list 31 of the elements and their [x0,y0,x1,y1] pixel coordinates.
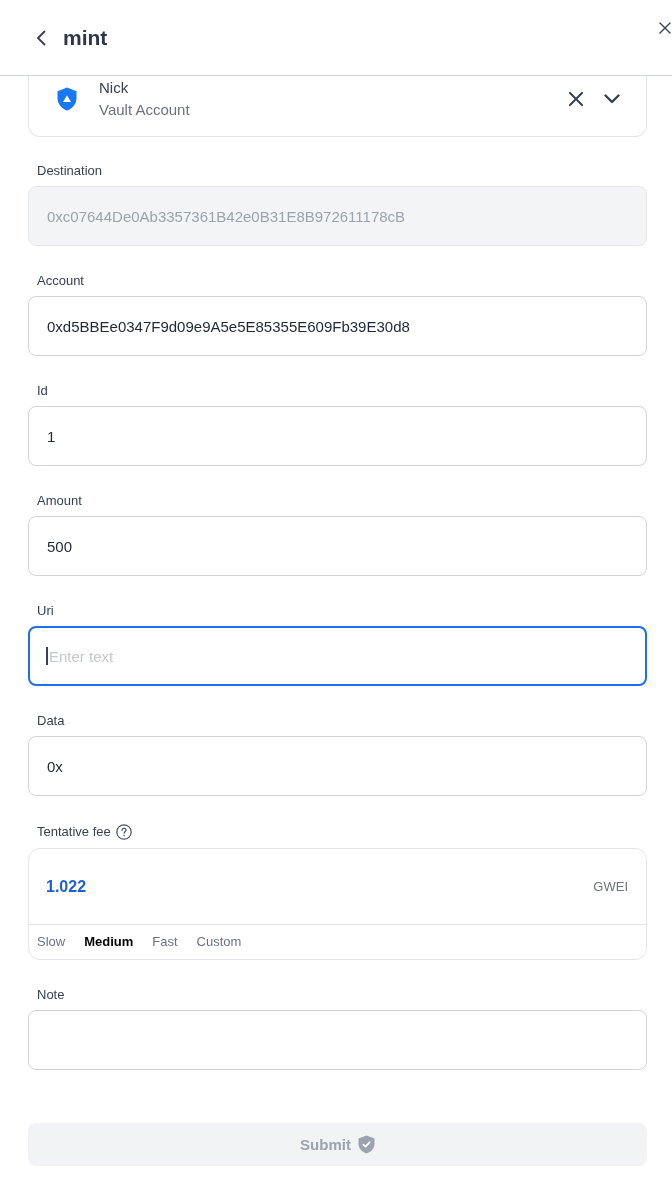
close-icon[interactable] [659,22,671,34]
help-icon[interactable] [115,824,132,840]
account-type: Vault Account [99,100,191,120]
fee-value: 1.022 [46,877,87,896]
input-field[interactable]: Enter text [28,626,647,686]
field-label: Tentative fee [37,825,111,839]
close-icon[interactable] [569,92,583,106]
input-field[interactable]: 0x [28,736,647,796]
account-card[interactable]: Nick Vault Account [28,76,647,137]
field-label: Account [37,274,84,288]
fee-unit: GWEI [593,879,628,894]
input-field[interactable]: 0xd5BBEe0347F9d09e9A5e5E85355E609Fb39E30d8 [28,296,647,356]
page-title: mint [63,24,108,51]
speed-tab[interactable]: Fast [152,934,178,950]
field-label: Destination [37,164,103,178]
field-label: Uri [37,604,54,618]
input-field[interactable]: 500 [28,516,647,576]
shield-check-icon [357,1135,375,1154]
speed-tab[interactable]: Slow [37,934,66,950]
text-cursor [46,647,48,665]
field-label: Amount [37,494,82,508]
speed-tab[interactable]: Medium [84,934,134,950]
chevron-down-icon[interactable] [604,94,620,104]
input-field[interactable]: 1 [28,406,647,466]
account-name: Nick [99,78,130,98]
speed-tab[interactable]: Custom [196,934,242,950]
field-label: Data [37,714,65,728]
field-label: Id [37,384,48,398]
chevron-left-icon[interactable] [36,29,46,46]
field-label: Note [37,988,65,1002]
shield-icon [57,87,77,111]
